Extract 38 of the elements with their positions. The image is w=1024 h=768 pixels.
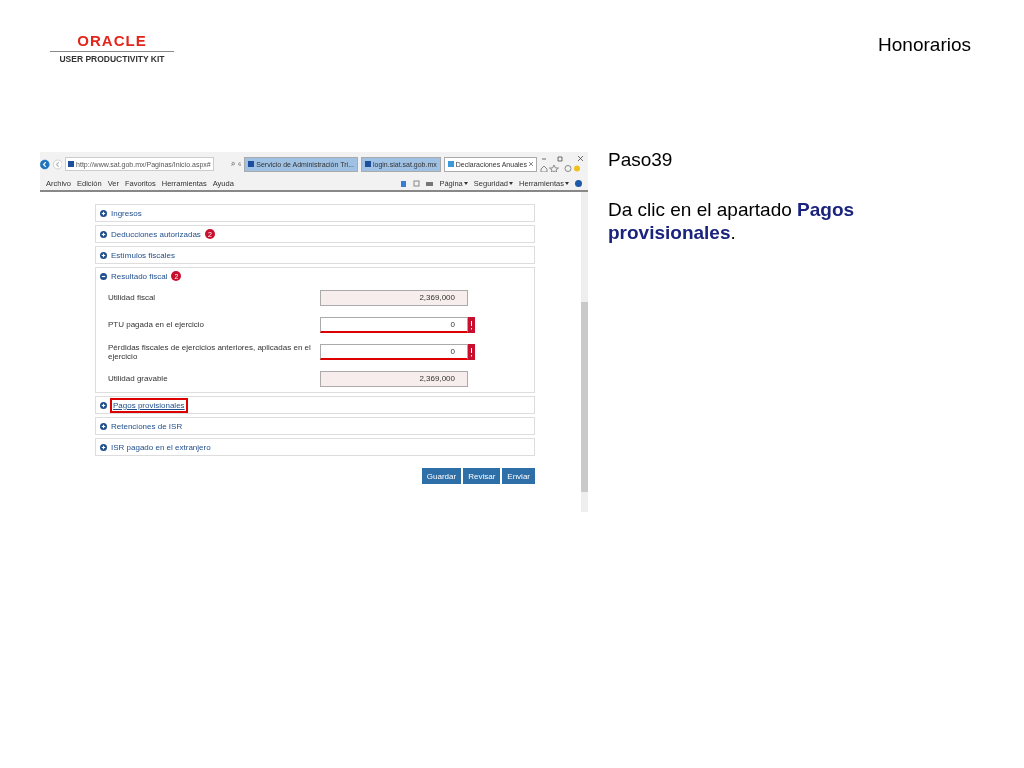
window-controls-icon[interactable] bbox=[540, 156, 584, 162]
field-label: PTU pagada en el ejercicio bbox=[108, 320, 206, 329]
back-icon[interactable] bbox=[40, 156, 50, 172]
error-icon bbox=[468, 343, 475, 360]
section-link[interactable]: Deducciones autorizadas bbox=[110, 228, 202, 240]
section-link[interactable]: Retenciones de ISR bbox=[110, 420, 184, 432]
field-label: Utilidad fiscal bbox=[108, 293, 157, 302]
close-icon[interactable] bbox=[529, 162, 533, 166]
page-icon bbox=[248, 161, 255, 167]
section-link[interactable]: ISR pagado en el extranjero bbox=[110, 441, 212, 453]
caret-icon bbox=[463, 181, 468, 185]
action-button[interactable]: Guardar bbox=[421, 468, 462, 484]
action-button[interactable]: Enviar bbox=[502, 468, 535, 484]
scrollbar[interactable] bbox=[581, 192, 588, 512]
amount-field[interactable]: 0 bbox=[320, 343, 468, 360]
step-title: Paso39 bbox=[608, 149, 674, 171]
action-button[interactable]: Revisar bbox=[463, 468, 501, 484]
amount-field: 2,369,000 bbox=[320, 289, 468, 306]
section-link[interactable]: Resultado fiscal bbox=[110, 270, 169, 282]
section-link[interactable]: Ingresos bbox=[110, 207, 143, 219]
section-link[interactable]: Pagos provisionales bbox=[110, 397, 188, 413]
site-icon bbox=[68, 161, 75, 167]
section-link[interactable]: Estímulos fiscales bbox=[110, 249, 177, 261]
field-label: Pérdidas fiscales de ejercicios anteriores, aplicadas en el ejercicio bbox=[108, 342, 312, 361]
page-icon bbox=[447, 161, 454, 167]
search-icon[interactable] bbox=[230, 161, 235, 167]
amount-field[interactable]: 0 bbox=[320, 316, 468, 333]
instruction-text: Da clic en el apartado Pagos provisionales. bbox=[608, 198, 856, 244]
amount-field: 2,369,000 bbox=[320, 370, 468, 387]
page-icon bbox=[364, 161, 371, 167]
slide-title: Honorarios bbox=[878, 34, 971, 57]
product-name: USER PRODUCTIVITY KIT bbox=[59, 54, 165, 64]
caret-icon bbox=[565, 181, 569, 185]
caret-icon bbox=[509, 181, 513, 185]
brand-logo: ORACLE bbox=[77, 33, 147, 48]
toolbar-icons-drawing[interactable] bbox=[540, 165, 580, 172]
field-label: Utilidad gravable bbox=[108, 374, 169, 383]
error-icon bbox=[468, 316, 475, 333]
